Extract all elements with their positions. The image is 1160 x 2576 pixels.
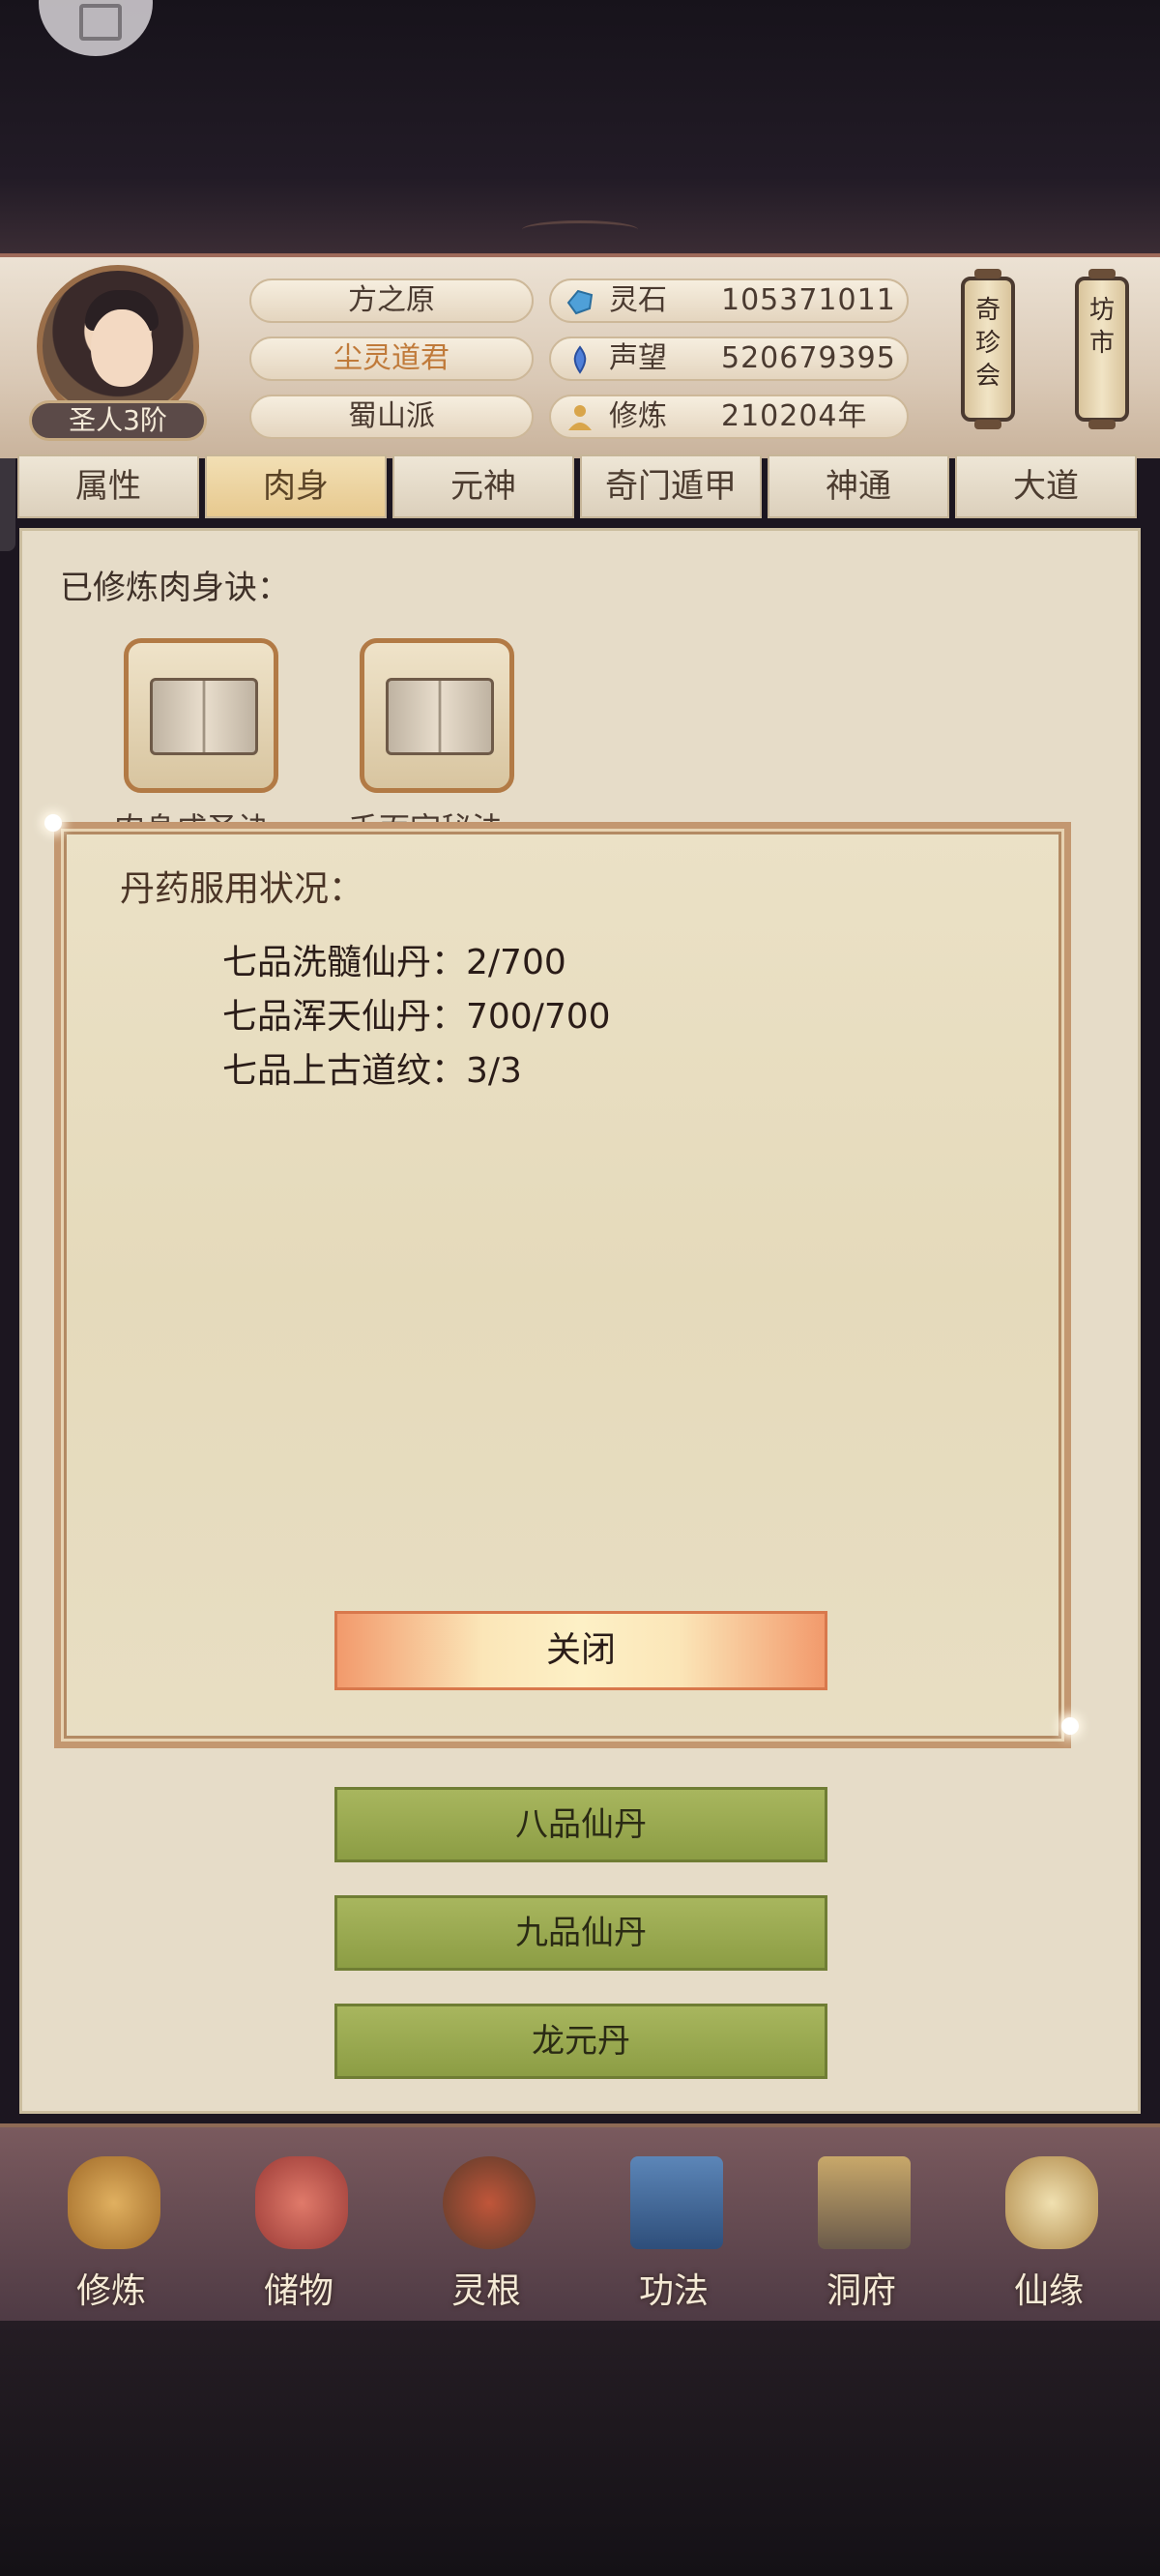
nav-cave[interactable]: 洞府 [779, 2147, 943, 2317]
resource-spirit-stone: 灵石 105371011 [549, 278, 909, 323]
resource-value: 105371011 [721, 283, 896, 317]
nav-label: 仙缘 [1013, 2271, 1084, 2311]
tab-body[interactable]: 肉身 [205, 454, 387, 518]
resource-value: 520679395 [721, 341, 896, 375]
resource-cultivation: 修炼 210204年 [549, 395, 909, 439]
avatar-face [91, 309, 153, 387]
bag-icon [255, 2156, 348, 2249]
bottom-area [0, 2321, 1160, 2576]
tab-qimen[interactable]: 奇门遁甲 [580, 454, 762, 518]
pill-status-line: 七品洗髓仙丹：2/700 [222, 943, 566, 982]
player-title: 尘灵道君 [249, 337, 534, 381]
gourd-icon [1005, 2156, 1098, 2249]
nav-label: 功法 [638, 2271, 709, 2311]
nav-label: 修炼 [75, 2271, 146, 2311]
dialog-title: 丹药服用状况： [120, 869, 364, 909]
nav-label: 储物 [263, 2271, 334, 2311]
close-button[interactable]: 关闭 [334, 1611, 827, 1690]
spirit-stone-icon [566, 289, 594, 315]
scroll-book-icon [630, 2156, 723, 2249]
sparkle-decoration [1061, 1717, 1079, 1735]
sparkle-decoration [44, 814, 62, 832]
resource-label: 修炼 [609, 399, 667, 433]
book-item[interactable] [360, 638, 514, 793]
nav-label: 灵根 [450, 2271, 521, 2311]
book-icon [150, 678, 258, 755]
resource-label: 灵石 [609, 283, 667, 317]
tab-spirit[interactable]: 元神 [392, 454, 574, 518]
nav-cultivate[interactable]: 修炼 [29, 2147, 193, 2317]
reputation-icon [573, 345, 587, 374]
spirit-root-icon [443, 2156, 536, 2249]
treasure-fair-button[interactable]: 奇珍会 [961, 269, 1015, 429]
nav-fate[interactable]: 仙缘 [967, 2147, 1131, 2317]
player-sect: 蜀山派 [249, 395, 534, 439]
book-icon [386, 678, 494, 755]
pill-button-ninth-grade[interactable]: 九品仙丹 [334, 1895, 827, 1971]
nav-label: 洞府 [826, 2271, 896, 2311]
book-item[interactable] [124, 638, 278, 793]
cultivation-icon [568, 405, 592, 430]
pill-button-dragon[interactable]: 龙元丹 [334, 2004, 827, 2079]
tab-dao[interactable]: 大道 [955, 454, 1137, 518]
puzzle-icon [79, 4, 122, 41]
tab-divine-skills[interactable]: 神通 [768, 454, 949, 518]
cultivator-icon [68, 2156, 160, 2249]
resource-value: 210204年 [721, 399, 868, 433]
player-region: 方之原 [249, 278, 534, 323]
cave-house-icon [818, 2156, 911, 2249]
tab-bar: 属性 肉身 元神 奇门遁甲 神通 大道 [17, 454, 1148, 522]
market-button[interactable]: 坊市 [1075, 269, 1129, 429]
pill-button-eighth-grade[interactable]: 八品仙丹 [334, 1787, 827, 1862]
pill-status-line: 七品上古道纹：3/3 [222, 1051, 522, 1091]
top-bar [0, 0, 1160, 253]
section-title: 已修炼肉身诀： [60, 569, 290, 607]
nav-techniques[interactable]: 功法 [592, 2147, 756, 2317]
resource-label: 声望 [609, 341, 667, 375]
tab-attributes[interactable]: 属性 [17, 454, 199, 518]
pill-status-line: 七品浑天仙丹：700/700 [222, 997, 611, 1037]
nav-storage[interactable]: 储物 [217, 2147, 381, 2317]
nav-spirit-root[interactable]: 灵根 [404, 2147, 568, 2317]
resource-reputation: 声望 520679395 [549, 337, 909, 381]
ornament-divider [522, 220, 638, 239]
rank-badge: 圣人3阶 [29, 400, 207, 441]
